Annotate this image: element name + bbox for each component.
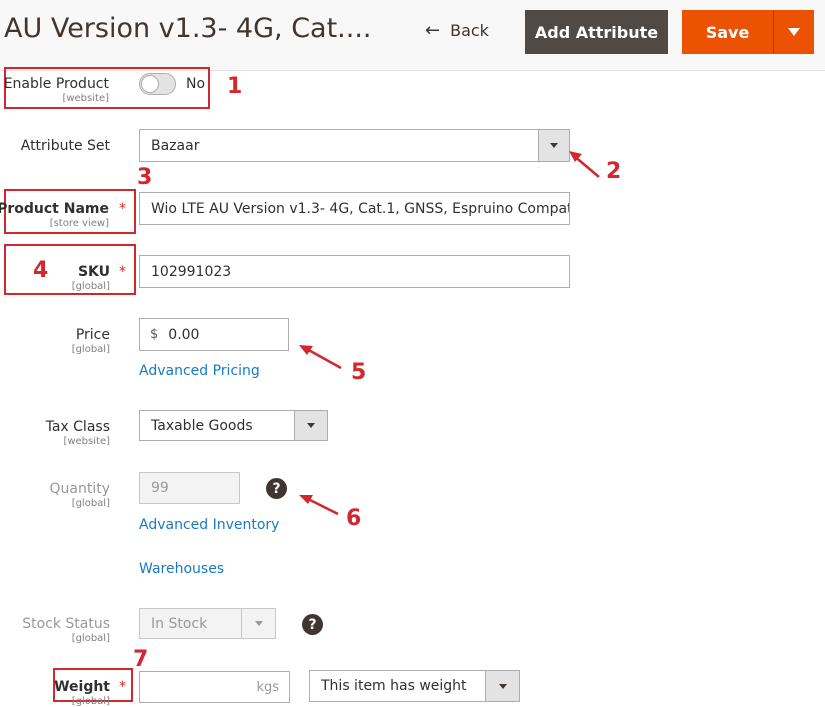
tax-class-scope: [website] <box>63 436 110 447</box>
page-title: AU Version v1.3- 4G, Cat.... <box>4 13 372 44</box>
page-header: AU Version v1.3- 4G, Cat.... ← Back Add … <box>0 0 825 71</box>
tax-class-select[interactable]: Taxable Goods <box>139 410 328 441</box>
weight-scope: [global] <box>71 696 110 707</box>
stock-status-help-icon[interactable]: ? <box>302 614 323 635</box>
enable-product-toggle[interactable] <box>139 73 176 95</box>
required-marker: * <box>119 264 126 280</box>
chevron-down-icon <box>788 28 800 36</box>
has-weight-select[interactable]: This item has weight <box>309 670 520 702</box>
quantity-label: Quantity <box>49 481 111 497</box>
annotation-number-2: 2 <box>606 159 622 184</box>
price-label: Price <box>75 327 110 343</box>
annotation-number-6: 6 <box>346 506 362 531</box>
quantity-scope: [global] <box>71 498 110 509</box>
chevron-down-icon <box>307 423 315 428</box>
quantity-value: 99 <box>151 480 169 496</box>
price-value: 0.00 <box>168 326 200 343</box>
required-marker: * <box>119 679 126 695</box>
weight-label: Weight <box>54 679 110 695</box>
select-arrow <box>241 609 275 638</box>
annotation-number-7: 7 <box>133 647 149 672</box>
tax-class-label: Tax Class <box>45 419 110 435</box>
advanced-inventory-link[interactable]: Advanced Inventory <box>139 517 279 533</box>
select-arrow <box>485 671 519 701</box>
attribute-set-select[interactable]: Bazaar <box>139 129 570 162</box>
annotation-number-4: 4 <box>33 258 49 283</box>
toggle-knob <box>141 75 159 93</box>
sku-input[interactable]: 102991023 <box>139 255 570 288</box>
price-scope: [global] <box>71 344 110 355</box>
product-name-scope: [store view] <box>49 218 109 229</box>
back-label: Back <box>450 21 489 40</box>
save-button[interactable]: Save <box>682 10 774 54</box>
annotation-number-1: 1 <box>227 74 243 99</box>
weight-input[interactable]: kgs <box>139 671 290 703</box>
sku-value: 102991023 <box>151 263 232 280</box>
annotation-arrow-5 <box>299 345 342 370</box>
price-input[interactable]: $ 0.00 <box>139 318 289 351</box>
enable-product-scope: [website] <box>62 93 109 104</box>
quantity-input: 99 <box>139 472 240 504</box>
warehouses-link[interactable]: Warehouses <box>139 561 224 577</box>
stock-status-scope: [global] <box>71 633 110 644</box>
enable-product-value: No <box>186 76 206 92</box>
product-name-input[interactable]: Wio LTE AU Version v1.3- 4G, Cat.1, GNSS… <box>139 192 570 225</box>
save-options-toggle[interactable] <box>774 10 814 54</box>
select-arrow <box>294 411 327 440</box>
product-name-value: Wio LTE AU Version v1.3- 4G, Cat.1, GNSS… <box>151 200 570 217</box>
enable-product-label: Enable Product <box>3 76 109 92</box>
sku-scope: [global] <box>71 281 110 292</box>
quantity-help-icon[interactable]: ? <box>266 478 287 499</box>
chevron-down-icon <box>498 683 507 689</box>
tax-class-value: Taxable Goods <box>151 417 253 434</box>
stock-status-label: Stock Status <box>22 616 110 632</box>
has-weight-value: This item has weight <box>321 678 467 694</box>
annotation-arrow-6 <box>299 495 339 516</box>
add-attribute-button[interactable]: Add Attribute <box>525 10 668 54</box>
product-name-label: Product Name <box>0 201 109 217</box>
weight-unit: kgs <box>256 679 279 695</box>
annotation-number-3: 3 <box>137 165 153 190</box>
back-button[interactable]: ← Back <box>425 20 489 41</box>
annotation-arrow-2 <box>569 151 600 178</box>
attribute-set-label: Attribute Set <box>20 138 110 154</box>
annotation-number-5: 5 <box>351 360 367 385</box>
chevron-down-icon <box>550 143 558 148</box>
advanced-pricing-link[interactable]: Advanced Pricing <box>139 363 260 379</box>
stock-status-value: In Stock <box>151 615 208 632</box>
chevron-down-icon <box>254 621 263 626</box>
attribute-set-value: Bazaar <box>151 137 200 154</box>
sku-label: SKU <box>77 264 110 280</box>
annotation-box-4 <box>4 244 136 295</box>
stock-status-select: In Stock <box>139 608 276 639</box>
required-marker: * <box>119 201 126 217</box>
currency-symbol: $ <box>150 327 159 342</box>
arrow-left-icon: ← <box>425 20 441 41</box>
